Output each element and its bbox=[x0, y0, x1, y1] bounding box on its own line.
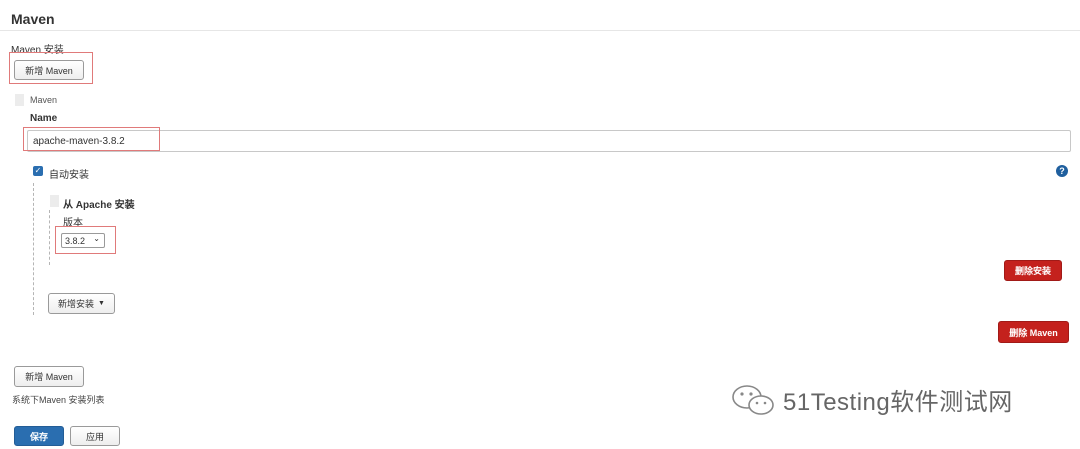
apply-button[interactable]: 应用 bbox=[70, 426, 120, 446]
installations-list-caption: 系统下Maven 安装列表 bbox=[12, 395, 105, 405]
drag-handle-icon[interactable] bbox=[50, 195, 59, 207]
delete-installer-button[interactable]: 删除安装 bbox=[1004, 260, 1062, 281]
section-title: Maven bbox=[11, 11, 55, 27]
add-maven-button-bottom[interactable]: 新增 Maven bbox=[14, 366, 84, 387]
add-installer-label: 新增安装 bbox=[58, 299, 95, 309]
maven-entry-header: Maven bbox=[30, 95, 58, 105]
highlight-box-version bbox=[55, 226, 116, 254]
name-label: Name bbox=[30, 113, 58, 124]
caret-down-icon: ▼ bbox=[98, 300, 105, 307]
installer-inner-border bbox=[49, 210, 50, 265]
add-maven-button-top[interactable]: 新增 Maven bbox=[14, 60, 84, 80]
drag-handle-icon[interactable] bbox=[15, 94, 24, 106]
delete-maven-button[interactable]: 删除 Maven bbox=[998, 321, 1069, 343]
checkbox-checked-icon: ✓ bbox=[34, 166, 42, 175]
installer-title: 从 Apache 安装 bbox=[63, 200, 135, 211]
add-installer-button[interactable]: 新增安装 ▼ bbox=[48, 293, 115, 314]
name-input[interactable] bbox=[27, 130, 1071, 152]
wechat-icon bbox=[732, 384, 774, 415]
help-icon[interactable]: ? bbox=[1056, 165, 1068, 177]
watermark: 51Testing软件测试网 bbox=[731, 382, 1013, 417]
section-divider bbox=[0, 30, 1080, 31]
watermark-text: 51Testing软件测试网 bbox=[783, 389, 1013, 416]
installer-container-border bbox=[33, 183, 34, 315]
auto-install-label: 自动安装 bbox=[49, 170, 89, 181]
auto-install-checkbox[interactable]: ✓ bbox=[33, 166, 43, 176]
highlight-box-name bbox=[23, 127, 160, 151]
save-button[interactable]: 保存 bbox=[14, 426, 64, 446]
